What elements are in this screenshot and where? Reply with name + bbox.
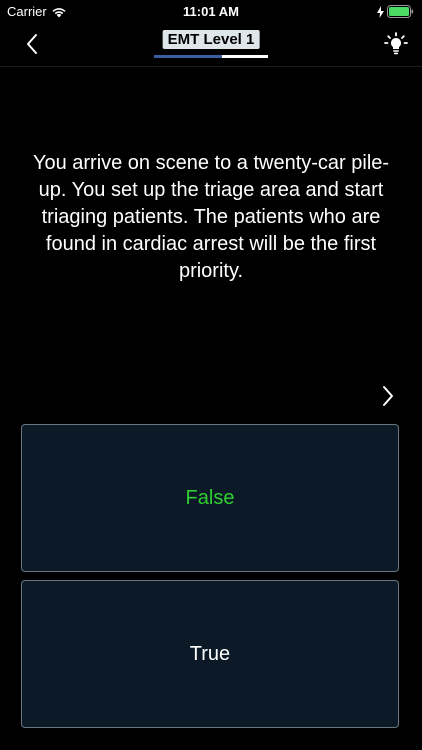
status-time: 11:01 AM: [183, 4, 239, 19]
nav-bar: EMT Level 1: [0, 22, 422, 66]
back-button[interactable]: [18, 30, 46, 58]
answer-true-button[interactable]: True: [21, 580, 399, 728]
question-text: You arrive on scene to a twenty-car pile…: [32, 152, 390, 282]
progress-bar-fill: [154, 55, 223, 58]
lightbulb-icon: [384, 32, 408, 55]
charging-icon: [377, 5, 384, 18]
status-bar: Carrier 11:01 AM: [0, 0, 422, 22]
battery-indicator: [376, 5, 414, 18]
answer-false-label: False: [185, 486, 235, 509]
chevron-left-icon: [27, 34, 37, 54]
next-question-button[interactable]: [376, 384, 400, 408]
chevron-right-icon: [383, 386, 393, 406]
page-title: EMT Level 1: [162, 30, 260, 49]
progress-bar: [154, 55, 268, 58]
hint-button[interactable]: [382, 30, 410, 58]
battery-icon: [387, 5, 414, 18]
answer-true-label: True: [189, 642, 231, 665]
answer-false-button[interactable]: False: [21, 424, 399, 572]
nav-divider: [0, 66, 422, 67]
